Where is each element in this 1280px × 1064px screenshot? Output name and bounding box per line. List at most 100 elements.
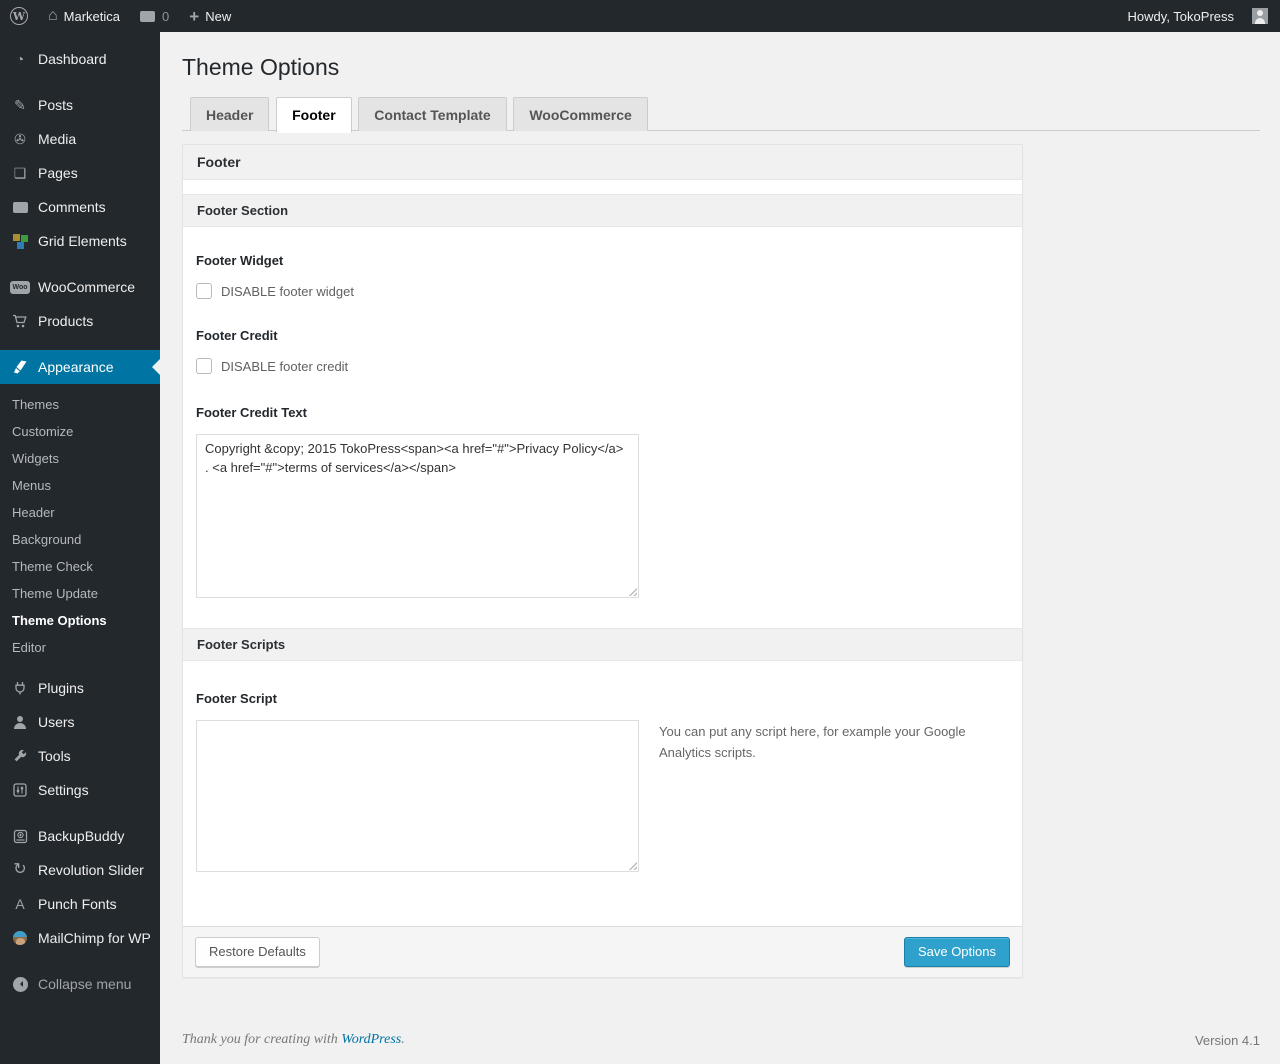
disable-footer-credit-checkbox[interactable] [196,358,212,374]
home-icon: ⌂ [48,7,58,24]
footer-scripts-header: Footer Scripts [183,628,1022,661]
brush-icon [9,360,31,375]
disable-footer-widget-label: DISABLE footer widget [221,283,354,299]
wordpress-logo-menu[interactable]: W [0,0,38,32]
sidebar-item-comments[interactable]: Comments [0,190,160,224]
sidebar-label: Comments [38,199,106,215]
version-text: Version 4.1 [1194,1032,1260,1048]
submenu-header[interactable]: Header [0,499,160,526]
collapse-arrow-icon [9,976,31,992]
sidebar-item-mailchimp[interactable]: MailChimp for WP [0,921,160,955]
submenu-themes[interactable]: Themes [0,391,160,418]
sidebar-label: Grid Elements [38,233,127,249]
sidebar-item-woocommerce[interactable]: Woo WooCommerce [0,270,160,304]
disable-footer-widget-checkbox[interactable] [196,283,212,299]
plug-icon [9,681,31,695]
sidebar-item-punch-fonts[interactable]: A Punch Fonts [0,887,160,921]
letter-a-icon: A [15,896,25,912]
user-avatar [1252,8,1268,24]
sidebar-label: Pages [38,165,78,181]
sidebar-item-revolution-slider[interactable]: ↻ Revolution Slider [0,853,160,887]
sidebar-item-pages[interactable]: ❏ Pages [0,156,160,190]
wordpress-logo-icon: W [10,7,28,25]
restore-defaults-button[interactable]: Restore Defaults [195,937,320,967]
sidebar-item-media[interactable]: ✇ Media [0,122,160,156]
cart-icon [9,314,31,328]
pushpin-icon: ✎ [14,97,26,113]
submenu-menus[interactable]: Menus [0,472,160,499]
sidebar-label: Media [38,131,77,147]
site-name-menu[interactable]: ⌂ Marketica [38,0,130,32]
submenu-theme-update[interactable]: Theme Update [0,580,160,607]
admin-sidebar: ◔ Dashboard ✎ Posts ✇ Media ❏ Pages Comm… [0,32,160,1064]
submenu-customize[interactable]: Customize [0,418,160,445]
tab-woocommerce[interactable]: WooCommerce [513,97,648,131]
wordpress-link[interactable]: WordPress [341,1032,401,1047]
sidebar-label: Posts [38,97,74,113]
sidebar-item-backupbuddy[interactable]: BackupBuddy [0,819,160,853]
media-icon: ✇ [14,131,26,147]
footer-section-body: Footer Widget DISABLE footer widget Foot… [183,227,1022,628]
sliders-icon [9,783,31,797]
comments-icon [9,201,31,213]
mailchimp-monkey-icon [9,931,31,945]
refresh-icon: ↻ [13,861,27,878]
submenu-widgets[interactable]: Widgets [0,445,160,472]
site-name: Marketica [63,8,121,24]
footer-credit-text-textarea[interactable]: Copyright &copy; 2015 TokoPress<span><a … [196,434,639,598]
new-label: New [205,8,232,24]
sidebar-label: BackupBuddy [38,828,125,844]
sidebar-item-products[interactable]: Products [0,304,160,338]
sidebar-item-dashboard[interactable]: ◔ Dashboard [0,42,160,76]
submenu-background[interactable]: Background [0,526,160,553]
sidebar-label: MailChimp for WP [38,930,151,946]
comment-bubble-icon [140,10,156,22]
sidebar-item-grid-elements[interactable]: Grid Elements [0,224,160,258]
sidebar-label: Tools [38,748,71,764]
sidebar-label: Dashboard [38,51,107,67]
admin-bar: W ⌂ Marketica 0 + New Howdy, TokoPress [0,0,1280,32]
new-content-menu[interactable]: + New [179,0,241,32]
footer-scripts-body: Footer Script You can put any script her… [183,661,1022,926]
tab-header[interactable]: Header [190,97,270,131]
sidebar-label: Appearance [38,359,114,375]
footer-script-textarea[interactable] [196,720,639,872]
sidebar-item-settings[interactable]: Settings [0,773,160,807]
submenu-theme-options[interactable]: Theme Options [0,607,160,634]
page-title: Theme Options [182,54,340,80]
sidebar-item-users[interactable]: Users [0,705,160,739]
footer-script-help-text: You can put any script here, for example… [659,724,966,760]
tab-footer[interactable]: Footer [276,97,352,133]
footer-script-label: Footer Script [196,691,277,706]
sidebar-item-tools[interactable]: Tools [0,739,160,773]
sidebar-label: Plugins [38,680,84,696]
sidebar-label: Settings [38,782,89,798]
dashboard-icon: ◔ [15,51,25,67]
sidebar-item-appearance[interactable]: Appearance [0,350,160,384]
submenu-theme-check[interactable]: Theme Check [0,553,160,580]
comments-admin-bar[interactable]: 0 [130,0,179,32]
sidebar-item-plugins[interactable]: Plugins [0,671,160,705]
sidebar-label: Revolution Slider [38,862,144,878]
howdy-text: Howdy, TokoPress [1127,8,1234,24]
sidebar-item-posts[interactable]: ✎ Posts [0,88,160,122]
pages-icon: ❏ [13,165,27,181]
my-account-menu[interactable]: Howdy, TokoPress [1118,0,1252,32]
save-options-button[interactable]: Save Options [903,937,1010,967]
grid-elements-icon [9,233,31,249]
disable-footer-credit-label: DISABLE footer credit [221,358,349,374]
sidebar-label: Products [38,313,94,329]
appearance-submenu: Themes Customize Widgets Menus Header Ba… [0,384,160,671]
main-content: Theme Options Header Footer Contact Temp… [160,32,1280,1064]
footer-widget-label: Footer Widget [196,253,284,268]
theme-options-panel: Footer Footer Section Footer Widget DISA… [182,144,1023,978]
admin-footer: Thank you for creating with WordPress. V… [182,1032,1260,1048]
collapse-menu-button[interactable]: Collapse menu [0,967,160,1001]
tab-contact-template[interactable]: Contact Template [358,97,507,131]
footer-thanks-text: Thank you for creating with WordPress. [182,1032,405,1047]
sidebar-label: Users [38,714,75,730]
panel-title: Footer [183,145,1022,180]
tab-bar: Header Footer Contact Template WooCommer… [182,94,1260,133]
sidebar-label: Punch Fonts [38,896,117,912]
submenu-editor[interactable]: Editor [0,634,160,661]
